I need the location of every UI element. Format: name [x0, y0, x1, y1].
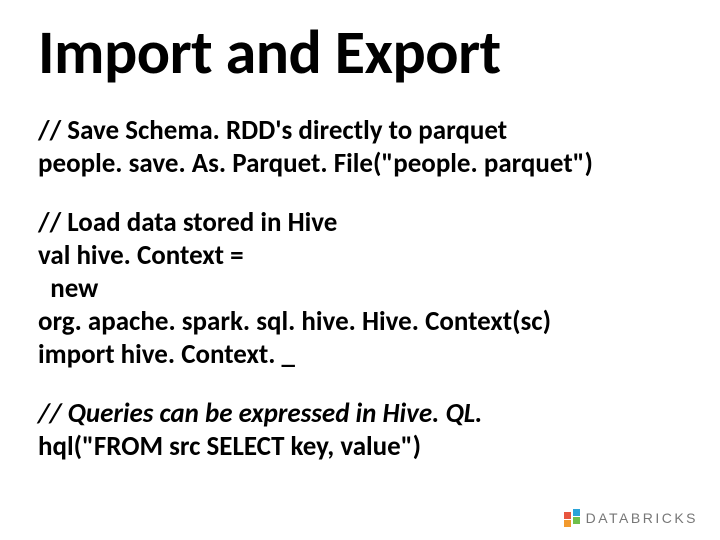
code-line: org. apache. spark. sql. hive. Hive. Con…: [38, 306, 690, 339]
code-line: import hive. Context. _: [38, 339, 690, 372]
code-line: new: [38, 273, 690, 306]
code-block-1: // Save Schema. RDD's directly to parque…: [38, 115, 690, 181]
code-line: hql("FROM src SELECT key, value"): [38, 431, 690, 464]
logo-mark-icon: [564, 510, 580, 526]
code-block-3: // Queries can be expressed in Hive. QL.…: [38, 398, 690, 464]
comment-line: // Load data stored in Hive: [38, 207, 690, 240]
slide-title: Import and Export: [38, 20, 690, 85]
code-block-2: // Load data stored in Hive val hive. Co…: [38, 207, 690, 372]
logo-text: DATABRICKS: [586, 510, 698, 526]
code-line: people. save. As. Parquet. File("people.…: [38, 148, 690, 181]
code-line: val hive. Context =: [38, 240, 690, 273]
databricks-logo: DATABRICKS: [564, 510, 698, 526]
comment-line: // Queries can be expressed in Hive. QL.: [38, 398, 690, 431]
comment-line: // Save Schema. RDD's directly to parque…: [38, 115, 690, 148]
